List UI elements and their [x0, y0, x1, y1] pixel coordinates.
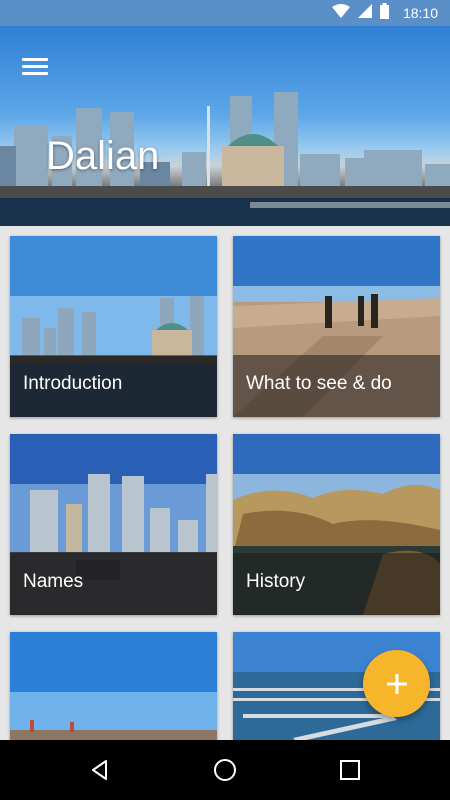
- card-names[interactable]: Names: [10, 434, 217, 615]
- skyline-image: [0, 92, 450, 226]
- recents-button[interactable]: [320, 740, 380, 800]
- card-caption: History: [233, 553, 440, 615]
- navigation-bar: [0, 740, 450, 800]
- card-caption: Introduction: [10, 355, 217, 417]
- clock: 18:10: [402, 5, 438, 21]
- coast-image: [10, 632, 217, 740]
- card-label: Names: [23, 571, 84, 592]
- plus-icon: [386, 673, 407, 694]
- add-button[interactable]: [363, 650, 430, 717]
- recents-icon: [340, 760, 360, 780]
- card-what-to-see[interactable]: What to see & do: [233, 236, 440, 417]
- card-item-5[interactable]: [10, 632, 217, 740]
- back-button[interactable]: [70, 740, 130, 800]
- back-icon: [92, 760, 107, 780]
- home-icon: [214, 759, 236, 781]
- home-button[interactable]: [195, 740, 255, 800]
- card-label: Introduction: [23, 373, 123, 394]
- card-introduction[interactable]: Introduction: [10, 236, 217, 417]
- card-label: What to see & do: [246, 373, 392, 394]
- card-caption: Names: [10, 553, 217, 615]
- city-header: Dalian: [0, 26, 450, 226]
- card-history[interactable]: History: [233, 434, 440, 615]
- card-caption: What to see & do: [233, 355, 440, 417]
- menu-button[interactable]: [14, 48, 56, 84]
- hamburger-menu-icon: [22, 54, 48, 79]
- battery-icon: [379, 2, 389, 24]
- wifi-icon: [331, 3, 350, 23]
- signal-icon: [357, 3, 372, 23]
- card-label: History: [246, 571, 306, 592]
- page-title: Dalian: [46, 134, 160, 178]
- status-bar: 18:10: [0, 0, 450, 26]
